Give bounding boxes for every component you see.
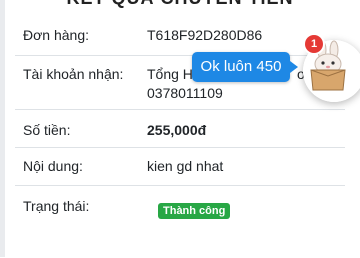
- receiving-account-number: 0378011109: [147, 85, 223, 101]
- row-amount: Số tiền: 255,000đ: [15, 109, 345, 148]
- row-order: Đơn hàng: T618F92D280D86: [15, 18, 345, 55]
- card-title: KẾT QUẢ CHUYỂN TIỀN: [15, 0, 345, 9]
- status-badge: Thành công: [158, 203, 231, 219]
- order-label: Đơn hàng:: [23, 27, 90, 43]
- receiving-account-name: Tổng H: [147, 66, 193, 82]
- receiving-account-label: Tài khoản nhận:: [23, 66, 124, 82]
- row-content: Nội dung: kien gd nhat: [15, 147, 345, 186]
- amount-value: 255,000đ: [147, 122, 207, 138]
- content-value: kien gd nhat: [147, 158, 224, 174]
- row-status: Trạng thái: Thành công: [15, 185, 345, 258]
- chat-message-preview[interactable]: Ok luôn 450: [192, 52, 290, 82]
- status-label: Trạng thái:: [23, 198, 90, 214]
- chat-preview-arrow: [290, 61, 298, 73]
- content-label: Nội dung:: [23, 158, 83, 174]
- order-value: T618F92D280D86: [147, 27, 263, 43]
- amount-label: Số tiền:: [23, 122, 71, 138]
- unread-count-badge: 1: [305, 35, 323, 53]
